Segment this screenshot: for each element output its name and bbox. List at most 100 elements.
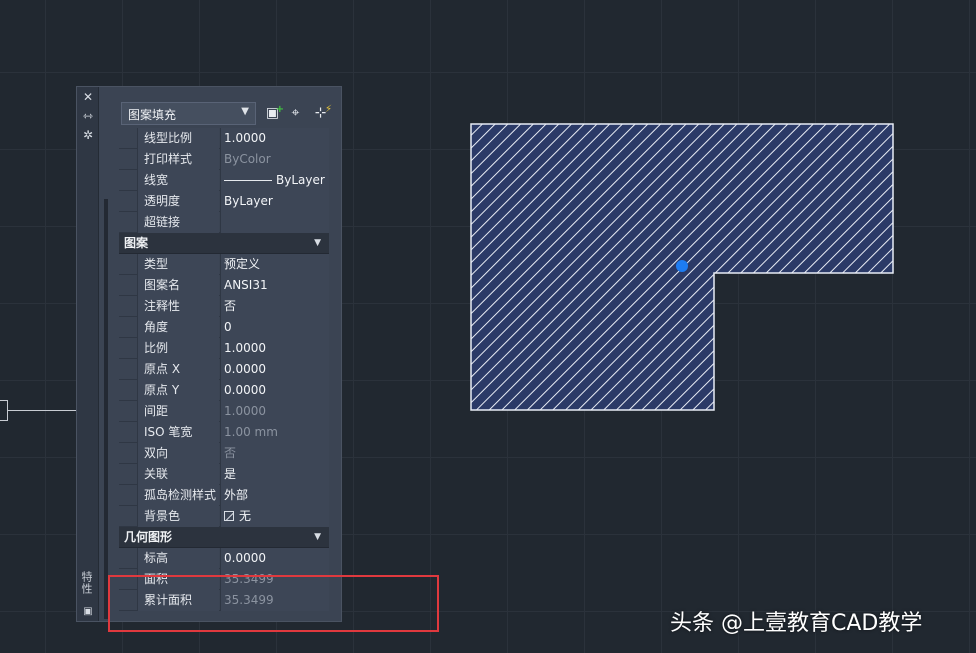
property-value-text: 无 — [239, 509, 252, 523]
property-row[interactable]: 原点 Y 0.0000 — [119, 380, 329, 401]
property-label: 孤岛检测样式 — [137, 485, 219, 506]
property-row[interactable]: 关联是 — [119, 464, 329, 485]
property-label: 打印样式 — [137, 149, 219, 170]
watermark: 头条 @上壹教育CAD教学 — [670, 611, 923, 636]
property-value-text: 否 — [224, 299, 237, 313]
property-label: 双向 — [137, 443, 219, 464]
category-title: 几何图形 — [124, 530, 173, 544]
property-label: ISO 笔宽 — [137, 422, 219, 443]
property-row[interactable]: 间距 1.0000 — [119, 401, 329, 422]
property-value-text: 外部 — [224, 488, 249, 502]
autohide-icon[interactable]: ⇿ — [81, 109, 95, 123]
property-row[interactable]: 超链接 — [119, 212, 329, 233]
property-label: 原点 X — [137, 359, 219, 380]
properties-palette: ✕ ⇿ ✲ 特性 ▣ 图案填充 ▼ ▣ + ⌖ ⊹ ⚡ 线型比例 1.0000 打印样式… — [76, 86, 342, 622]
category-header[interactable]: 图案 ▼ — [119, 233, 329, 254]
property-label: 间距 — [137, 401, 219, 422]
property-value-text: 预定义 — [224, 257, 261, 271]
property-value[interactable]: 否 — [220, 443, 329, 464]
property-value[interactable]: 0.0000 — [220, 359, 329, 380]
property-label: 图案名 — [137, 275, 219, 296]
property-label: 关联 — [137, 464, 219, 485]
property-value-text: 1.0000 — [224, 341, 266, 355]
property-value-text: 0.0000 — [224, 551, 266, 565]
property-value[interactable]: 0.0000 — [220, 380, 329, 401]
property-row[interactable]: 透明度 ByLayer — [119, 191, 329, 212]
property-label: 比例 — [137, 338, 219, 359]
palette-window-icon[interactable]: ▣ — [81, 605, 95, 619]
property-value[interactable]: 否 — [220, 296, 329, 317]
property-value[interactable]: ANSI31 — [220, 275, 329, 296]
property-value-text: 1.0000 — [224, 404, 266, 418]
collapse-icon[interactable]: ▼ — [314, 233, 321, 254]
quick-select-icon[interactable]: ⊹ ⚡ — [311, 104, 332, 123]
property-value[interactable] — [220, 212, 329, 233]
category-title: 图案 — [124, 236, 149, 250]
property-label: 透明度 — [137, 191, 219, 212]
property-value[interactable]: 预定义 — [220, 254, 329, 275]
property-value[interactable]: 0 — [220, 317, 329, 338]
property-value[interactable]: 无 — [220, 506, 329, 527]
property-label: 线宽 — [137, 170, 219, 191]
property-value[interactable]: ByLayer — [220, 170, 329, 191]
property-value-text: 1.00 mm — [224, 425, 278, 439]
property-value-text: 是 — [224, 467, 237, 481]
toggle-pickadd-icon[interactable]: ▣ + — [263, 104, 284, 123]
drawing-fragment-line — [8, 410, 76, 411]
property-value-text: ByLayer — [276, 173, 325, 187]
property-value-text: ByLayer — [224, 194, 273, 208]
property-value[interactable]: 0.0000 — [220, 548, 329, 569]
property-row[interactable]: 孤岛检测样式 外部 — [119, 485, 329, 506]
property-value-text: 0.0000 — [224, 383, 266, 397]
property-row[interactable]: 线宽 ByLayer — [119, 170, 329, 191]
object-type-dropdown[interactable]: 图案填充 ▼ — [121, 102, 256, 125]
object-type-value: 图案填充 — [128, 108, 177, 122]
settings-icon[interactable]: ✲ — [81, 128, 95, 142]
property-value[interactable]: 1.00 mm — [220, 422, 329, 443]
property-row[interactable]: 背景色 无 — [119, 506, 329, 527]
property-row[interactable]: 图案名 ANSI31 — [119, 275, 329, 296]
palette-title-bar[interactable]: ✕ ⇿ ✲ 特性 ▣ — [77, 87, 99, 621]
property-row[interactable]: 注释性否 — [119, 296, 329, 317]
lineweight-sample — [224, 180, 272, 181]
property-value-text: 0.0000 — [224, 362, 266, 376]
property-label: 注释性 — [137, 296, 219, 317]
property-value[interactable]: ByLayer — [220, 191, 329, 212]
property-row[interactable]: 类型 预定义 — [119, 254, 329, 275]
close-icon[interactable]: ✕ — [81, 90, 95, 104]
hatch-object[interactable] — [470, 123, 896, 413]
property-row[interactable]: ISO 笔宽 1.00 mm — [119, 422, 329, 443]
property-value-text: 0 — [224, 320, 232, 334]
property-row[interactable]: 原点 X 0.0000 — [119, 359, 329, 380]
property-row[interactable]: 比例 1.0000 — [119, 338, 329, 359]
property-value-text: ANSI31 — [224, 278, 268, 292]
property-row[interactable]: 标高 0.0000 — [119, 548, 329, 569]
grip-point — [676, 260, 688, 272]
property-label: 线型比例 — [137, 128, 219, 149]
drawing-fragment-box — [0, 400, 8, 421]
property-value[interactable]: 1.0000 — [220, 401, 329, 422]
property-value[interactable]: ByColor — [220, 149, 329, 170]
property-row[interactable]: 角度 0 — [119, 317, 329, 338]
collapse-icon[interactable]: ▼ — [314, 527, 321, 548]
palette-scrollbar-thumb[interactable] — [104, 199, 108, 619]
property-label: 角度 — [137, 317, 219, 338]
property-label: 标高 — [137, 548, 219, 569]
no-color-swatch-icon — [224, 511, 234, 521]
property-label: 类型 — [137, 254, 219, 275]
property-value[interactable]: 1.0000 — [220, 338, 329, 359]
property-value[interactable]: 外部 — [220, 485, 329, 506]
property-grid: 线型比例 1.0000 打印样式 ByColor 线宽 ByLayer 透明度 ByLayer… — [119, 128, 329, 611]
chevron-down-icon: ▼ — [241, 106, 249, 117]
property-value[interactable]: 是 — [220, 464, 329, 485]
property-row[interactable]: 打印样式 ByColor — [119, 149, 329, 170]
property-value-text: ByColor — [224, 152, 271, 166]
palette-title: 特性 — [80, 571, 93, 595]
category-header[interactable]: 几何图形 ▼ — [119, 527, 329, 548]
property-label: 背景色 — [137, 506, 219, 527]
property-row[interactable]: 双向否 — [119, 443, 329, 464]
property-row[interactable]: 线型比例 1.0000 — [119, 128, 329, 149]
property-value[interactable]: 1.0000 — [220, 128, 329, 149]
property-label: 超链接 — [137, 212, 219, 233]
select-objects-icon[interactable]: ⌖ — [286, 104, 305, 123]
